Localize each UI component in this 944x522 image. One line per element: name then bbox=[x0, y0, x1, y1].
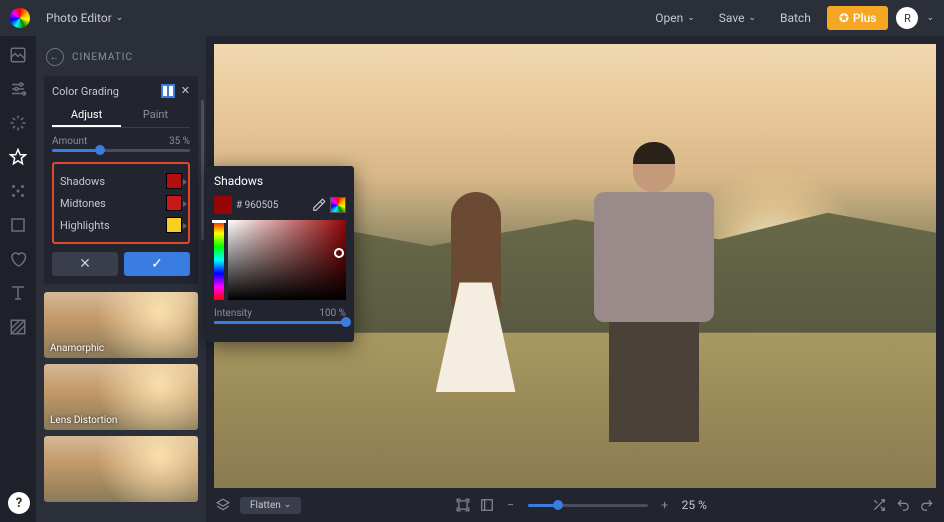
chevron-down-icon: ⌄ bbox=[687, 13, 695, 23]
nodes-tool-icon[interactable] bbox=[9, 182, 27, 200]
zoom-slider[interactable] bbox=[528, 504, 648, 507]
preset-anamorphic[interactable]: Anamorphic bbox=[44, 292, 198, 358]
help-button[interactable]: ? bbox=[8, 492, 30, 514]
zoom-value: 25 % bbox=[682, 498, 718, 512]
flatten-label: Flatten bbox=[250, 500, 281, 511]
close-icon[interactable]: ✕ bbox=[181, 84, 190, 98]
subject-man bbox=[589, 142, 719, 452]
sparkle-tool-icon[interactable] bbox=[9, 114, 27, 132]
star-tool-icon[interactable] bbox=[9, 148, 27, 166]
scrollbar[interactable] bbox=[201, 100, 204, 240]
flatten-button[interactable]: Flatten ⌄ bbox=[240, 497, 301, 514]
preset-item[interactable] bbox=[44, 436, 198, 502]
preset-label: Lens Distortion bbox=[50, 415, 117, 426]
confirm-button[interactable]: ✓ bbox=[124, 252, 190, 276]
midtones-swatch[interactable] bbox=[166, 195, 182, 211]
open-label: Open bbox=[655, 11, 683, 25]
preset-label: Anamorphic bbox=[50, 343, 104, 354]
redo-icon[interactable] bbox=[920, 498, 934, 512]
app-title: Photo Editor bbox=[46, 11, 112, 25]
user-avatar[interactable]: R bbox=[896, 7, 918, 29]
amount-slider[interactable] bbox=[52, 149, 190, 152]
chevron-down-icon: ⌄ bbox=[748, 13, 756, 23]
text-tool-icon[interactable] bbox=[9, 284, 27, 302]
undo-icon[interactable] bbox=[896, 498, 910, 512]
current-color-swatch bbox=[214, 196, 232, 214]
fit-icon[interactable] bbox=[456, 498, 470, 512]
app-title-dropdown[interactable]: Photo Editor ⌄ bbox=[38, 7, 131, 29]
save-label: Save bbox=[719, 11, 745, 25]
tabs: Adjust Paint bbox=[52, 104, 190, 128]
midtones-row[interactable]: Midtones bbox=[60, 192, 182, 214]
zoom-out-button[interactable]: − bbox=[504, 498, 518, 512]
saturation-field[interactable] bbox=[228, 220, 346, 300]
color-grading-card: Color Grading ✕ Adjust Paint Amount 35 % bbox=[44, 76, 198, 284]
color-rows-highlight: Shadows Midtones Highlights bbox=[52, 162, 190, 244]
plus-upgrade-button[interactable]: ✪ Plus bbox=[827, 6, 889, 30]
compare-icon[interactable] bbox=[161, 84, 175, 98]
adjust-tool-icon[interactable] bbox=[9, 80, 27, 98]
cancel-button[interactable]: ✕ bbox=[52, 252, 118, 276]
tab-adjust[interactable]: Adjust bbox=[52, 104, 121, 127]
color-picker-popover: Shadows # 960505 Intensity 100 % bbox=[206, 166, 354, 342]
color-cursor[interactable] bbox=[334, 248, 344, 258]
save-menu[interactable]: Save⌄ bbox=[711, 7, 764, 29]
shuffle-icon[interactable] bbox=[872, 498, 886, 512]
preset-list: Anamorphic Lens Distortion bbox=[36, 292, 206, 502]
frame-tool-icon[interactable] bbox=[9, 216, 27, 234]
hue-slider[interactable] bbox=[214, 220, 224, 300]
picker-title: Shadows bbox=[214, 174, 346, 188]
intensity-label: Intensity bbox=[214, 308, 252, 319]
subject-woman bbox=[431, 192, 521, 452]
amount-value: 35 % bbox=[169, 136, 190, 147]
bottom-bar: Flatten ⌄ − + 25 % bbox=[206, 488, 944, 522]
back-button[interactable]: ← bbox=[46, 48, 64, 66]
color-mode-icon[interactable] bbox=[330, 197, 346, 213]
batch-label: Batch bbox=[780, 11, 811, 25]
actual-size-icon[interactable] bbox=[480, 498, 494, 512]
tool-rail bbox=[0, 36, 36, 522]
intensity-slider[interactable] bbox=[214, 321, 346, 324]
plus-label: Plus bbox=[853, 11, 877, 25]
preset-lens-distortion[interactable]: Lens Distortion bbox=[44, 364, 198, 430]
breadcrumb: CINEMATIC bbox=[72, 52, 133, 63]
open-menu[interactable]: Open ⌄ bbox=[647, 7, 703, 29]
side-panel: ← CINEMATIC Color Grading ✕ Adjust Paint… bbox=[36, 36, 206, 522]
layers-icon[interactable] bbox=[216, 498, 230, 512]
chevron-down-icon: ⌄ bbox=[284, 500, 292, 510]
zoom-in-button[interactable]: + bbox=[658, 498, 672, 512]
highlights-label: Highlights bbox=[60, 219, 110, 232]
tab-paint[interactable]: Paint bbox=[121, 104, 190, 127]
shadows-swatch[interactable] bbox=[166, 173, 182, 189]
heart-tool-icon[interactable] bbox=[9, 250, 27, 268]
highlights-swatch[interactable] bbox=[166, 217, 182, 233]
highlights-row[interactable]: Highlights bbox=[60, 214, 182, 236]
chevron-down-icon: ⌄ bbox=[116, 13, 124, 23]
shadows-label: Shadows bbox=[60, 175, 105, 188]
amount-label: Amount bbox=[52, 136, 87, 147]
image-tool-icon[interactable] bbox=[9, 46, 27, 64]
app-logo-icon bbox=[10, 8, 30, 28]
shadows-row[interactable]: Shadows bbox=[60, 170, 182, 192]
card-title: Color Grading bbox=[52, 85, 119, 98]
top-bar: Photo Editor ⌄ Open⌄ Save⌄ Batch ✪ Plus … bbox=[0, 0, 944, 36]
eyedropper-icon[interactable] bbox=[312, 198, 326, 212]
main-area: ← CINEMATIC Color Grading ✕ Adjust Paint… bbox=[0, 36, 944, 522]
panel-header: ← CINEMATIC bbox=[36, 44, 206, 76]
batch-button[interactable]: Batch bbox=[772, 7, 819, 29]
star-icon: ✪ bbox=[839, 11, 849, 25]
texture-tool-icon[interactable] bbox=[9, 318, 27, 336]
hex-input[interactable]: # 960505 bbox=[236, 200, 308, 211]
midtones-label: Midtones bbox=[60, 197, 106, 210]
chevron-down-icon[interactable]: ⌄ bbox=[926, 13, 934, 23]
